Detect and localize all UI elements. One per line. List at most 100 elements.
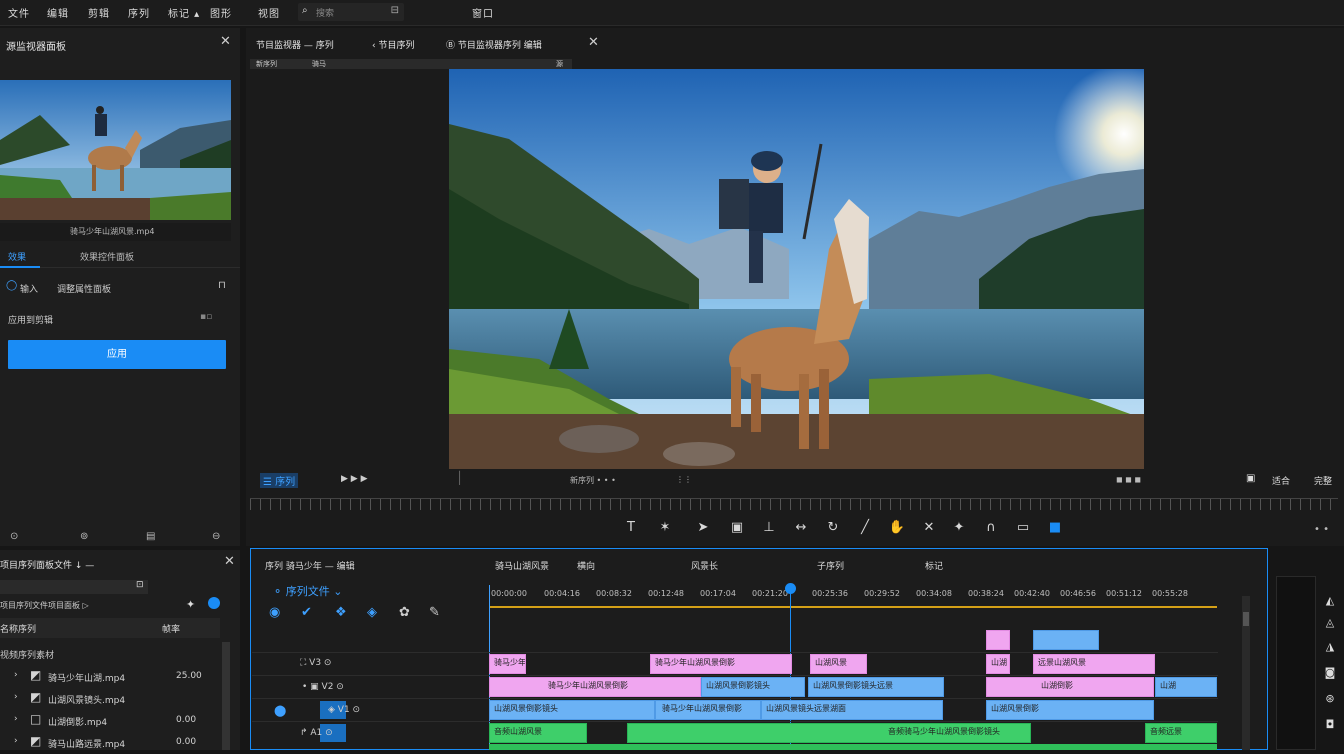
menu-window[interactable]: 窗口	[472, 5, 494, 20]
trash-icon[interactable]: ⊖	[212, 531, 220, 542]
full-label[interactable]: 完整	[1314, 474, 1332, 487]
expand-chevron-icon[interactable]: ›	[14, 714, 18, 724]
menu-graphics[interactable]: 图形	[210, 5, 232, 20]
list-item[interactable]: › □ 山湖倒影.mp4 0.00	[0, 710, 220, 732]
program-close-icon[interactable]: ✕	[588, 35, 599, 50]
linked-selection-icon[interactable]: ✔	[301, 605, 312, 620]
project-header-rate[interactable]: 帧率	[162, 622, 180, 635]
tool-track-select-icon[interactable]: ➤	[694, 520, 712, 535]
export-frame-icon[interactable]: ▣	[1246, 473, 1255, 484]
tool-razor-icon[interactable]: ⊥	[760, 520, 778, 535]
tool-star-icon[interactable]: ✦	[950, 520, 968, 535]
apply-button[interactable]: 应用	[8, 340, 226, 369]
menu-marker[interactable]: 标记 ▴	[168, 5, 200, 20]
side-tool-select-icon[interactable]: ◭	[1322, 594, 1338, 607]
track-target-icon[interactable]: ⬤	[274, 704, 286, 717]
side-tool-forward-icon[interactable]: ◬	[1322, 616, 1338, 629]
list-item[interactable]: › ◩ 山湖风景镜头.mp4	[0, 688, 220, 710]
settings-icon[interactable]: ⊙	[10, 531, 18, 542]
tool-ripple-icon[interactable]: ✶	[656, 520, 674, 535]
project-header-name[interactable]: 名称序列	[0, 622, 36, 635]
project-add-icon[interactable]: ✦	[186, 598, 195, 611]
caption-icon[interactable]: ✿	[399, 605, 410, 620]
clip-v2[interactable]: 山湖风景倒影镜头	[701, 677, 805, 697]
side-tool-hand-icon[interactable]: ⊛	[1322, 692, 1338, 705]
source-thumbnail[interactable]	[0, 80, 231, 220]
expand-chevron-icon[interactable]: ›	[14, 736, 18, 746]
clip-v3[interactable]: 山湖	[986, 654, 1010, 674]
fit-label[interactable]: 适合	[1272, 474, 1290, 487]
menu-edit[interactable]: 编辑	[47, 5, 69, 20]
play-controls[interactable]: ▶ ▶ ▶	[341, 474, 368, 484]
menu-search-clear-icon[interactable]: ⊟	[391, 5, 399, 16]
program-tab-1[interactable]: 节目监视器 — 序列	[256, 38, 334, 51]
tool-close-icon[interactable]: ✕	[920, 520, 938, 535]
snap-icon[interactable]: ◉	[269, 605, 280, 620]
tool-fill-icon[interactable]: ■	[1046, 520, 1064, 535]
timeline-settings-icon[interactable]: ◈	[367, 605, 377, 620]
work-area-bar[interactable]	[489, 606, 1217, 608]
menu-file[interactable]: 文件	[8, 5, 30, 20]
clip-v2[interactable]: 山湖	[1155, 677, 1217, 697]
side-tool-pen-icon[interactable]: ◮	[1322, 640, 1338, 653]
track-a1-header[interactable]: ↱ A1 ⊙	[300, 728, 333, 738]
clip-a1[interactable]: 音频山湖风景	[489, 723, 587, 743]
timeline-timecode[interactable]: ⚬ 序列文件 ⌄	[273, 583, 342, 599]
program-tab-3[interactable]: Ⓑ 节目监视器序列 编辑	[446, 38, 542, 51]
program-scrub-ruler[interactable]	[250, 498, 1338, 510]
menu-clip[interactable]: 剪辑	[88, 5, 110, 20]
tool-hand-icon[interactable]: ✋	[888, 520, 906, 535]
clip-top-1[interactable]	[986, 630, 1010, 650]
track-v1-header[interactable]: ◈ V1 ⊙	[328, 705, 360, 715]
clip-v2[interactable]: 山湖倒影	[986, 677, 1154, 697]
list-item[interactable]: › ◩ 骑马山路远景.mp4 0.00	[0, 732, 220, 754]
clip-v3[interactable]: 骑马少年山湖风景倒影	[650, 654, 792, 674]
menu-sequence[interactable]: 序列	[128, 5, 150, 20]
project-search-input[interactable]: ⊡	[0, 580, 148, 594]
clip-top-2[interactable]	[1033, 630, 1099, 650]
side-tool-camera-icon[interactable]: ◙	[1322, 666, 1338, 679]
tool-rotate-icon[interactable]: ↻	[824, 520, 842, 535]
option-input-value[interactable]: 调整属性面板	[57, 282, 111, 295]
option-radio-icon[interactable]: ◯	[6, 280, 17, 291]
clip-v3[interactable]: 远景山湖风景	[1033, 654, 1155, 674]
tab-effects[interactable]: 效果	[8, 250, 26, 263]
project-close-icon[interactable]: ✕	[224, 554, 235, 569]
program-video-frame[interactable]	[449, 69, 1144, 469]
tool-rect-icon[interactable]: ▭	[1014, 520, 1032, 535]
clip-v2[interactable]: 山湖风景倒影镜头远景	[808, 677, 944, 697]
project-group[interactable]: 视频序列素材	[0, 648, 54, 661]
clip-a1[interactable]: 音频远景	[1145, 723, 1217, 743]
tool-pen-icon[interactable]: ╱	[856, 520, 874, 535]
project-color-dot[interactable]	[208, 597, 220, 609]
clip-v3[interactable]: 山湖风景	[810, 654, 867, 674]
clip-v1[interactable]: 山湖风景镜头远景湖面	[761, 700, 943, 720]
source-panel-close-icon[interactable]: ✕	[220, 34, 231, 49]
tab-effect-controls[interactable]: 效果控件面板	[80, 250, 134, 263]
tool-slide-icon[interactable]: ↔	[792, 520, 810, 535]
lock-icon[interactable]: ⊓	[218, 280, 226, 291]
clip-v1[interactable]: 山湖风景倒影镜头	[489, 700, 655, 720]
expand-chevron-icon[interactable]: ›	[14, 692, 18, 702]
clip-a1[interactable]: 音频骑马少年山湖风景倒影镜头	[627, 723, 1031, 743]
track-v3-header[interactable]: ⛶ V3 ⊙	[300, 658, 331, 668]
side-tool-type-icon[interactable]: ◘	[1322, 718, 1338, 731]
menu-view[interactable]: 视图	[258, 5, 280, 20]
clip-v1[interactable]: 山湖风景倒影	[986, 700, 1154, 720]
add-marker-icon[interactable]: ❖	[335, 605, 347, 620]
tool-slip-icon[interactable]: ▣	[728, 520, 746, 535]
sequence-label[interactable]: ☰ 序列	[260, 473, 299, 488]
clip-v2[interactable]: 骑马少年山湖风景倒影	[489, 677, 701, 697]
tool-arch-icon[interactable]: ∩	[982, 520, 1000, 535]
tool-text-icon[interactable]: T	[622, 520, 640, 535]
wrench-icon[interactable]: ✎	[429, 605, 440, 620]
clip-v3[interactable]: 骑马少年	[489, 654, 526, 674]
toolbar-more-icon[interactable]: • •	[1314, 524, 1329, 535]
clip-v1[interactable]: 骑马少年山湖风景倒影	[655, 700, 761, 720]
timeline-scrollbar-thumb[interactable]	[1243, 612, 1249, 626]
track-v2-header[interactable]: • ▣ V2 ⊙	[302, 682, 344, 692]
menu-search-box[interactable]: ⌕ 搜索 ⊟	[298, 3, 404, 21]
timeline-scrollbar[interactable]	[1242, 596, 1250, 750]
program-tab-2[interactable]: ‹ 节目序列	[372, 38, 414, 51]
expand-chevron-icon[interactable]: ›	[14, 670, 18, 680]
